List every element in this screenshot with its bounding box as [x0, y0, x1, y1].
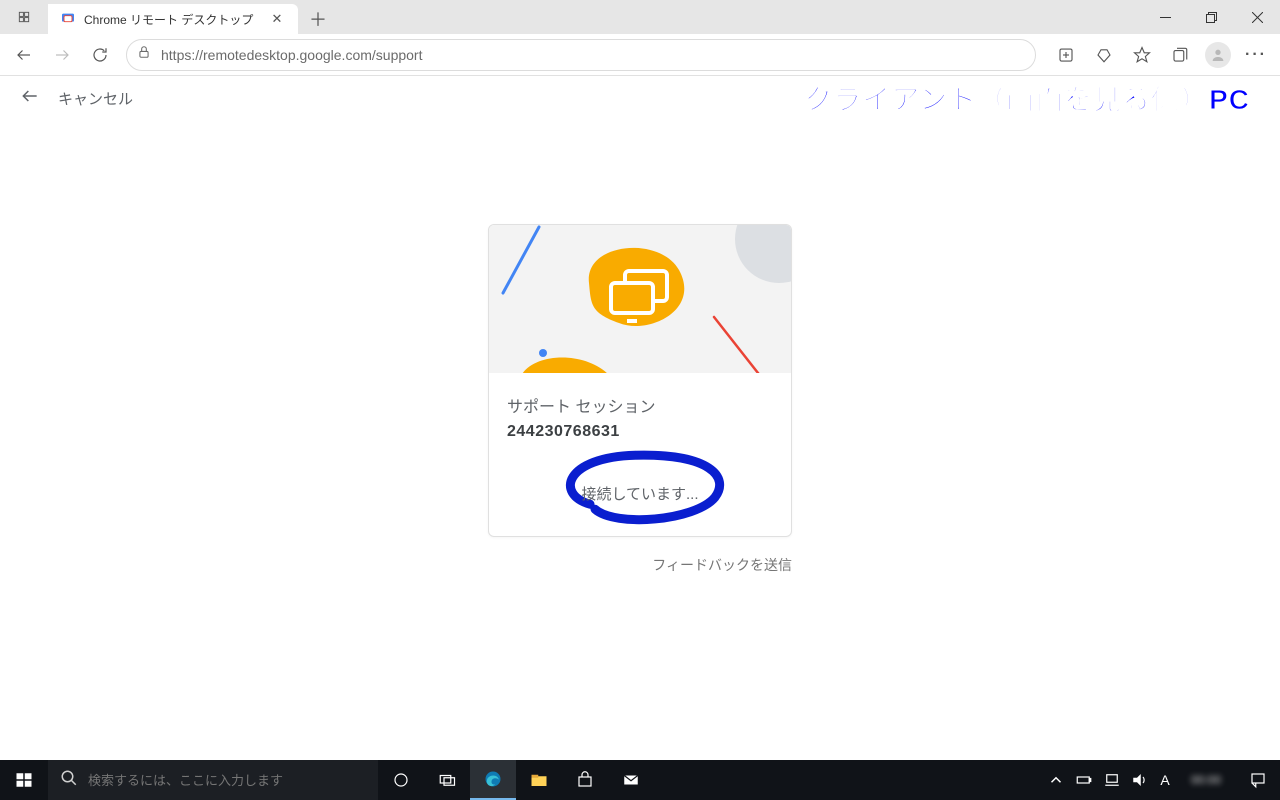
- taskbar-app-explorer[interactable]: [516, 760, 562, 800]
- task-view-icon[interactable]: [424, 760, 470, 800]
- tray-action-center-icon[interactable]: [1236, 760, 1280, 800]
- send-feedback-link[interactable]: フィードバックを送信: [488, 555, 792, 575]
- window-close-button[interactable]: [1234, 0, 1280, 34]
- search-icon: [60, 769, 78, 792]
- profile-avatar[interactable]: [1200, 39, 1236, 71]
- taskbar-app-store[interactable]: [562, 760, 608, 800]
- browser-more-button[interactable]: ···: [1238, 39, 1274, 71]
- address-url: https://remotedesktop.google.com/support: [161, 47, 422, 63]
- session-code: 244230768631: [507, 423, 773, 441]
- window-minimize-button[interactable]: [1142, 0, 1188, 34]
- browser-toolbar: https://remotedesktop.google.com/support…: [0, 34, 1280, 76]
- taskbar-search-input[interactable]: [88, 773, 366, 788]
- nav-forward-button[interactable]: [44, 39, 80, 71]
- screenshot-annotation-label: クライアント（画面を見る側）PC: [804, 78, 1250, 118]
- cancel-button[interactable]: キャンセル: [58, 88, 133, 109]
- taskbar-app-mail[interactable]: [608, 760, 654, 800]
- tray-clock[interactable]: 00:00: [1176, 760, 1236, 800]
- app-menu-icon[interactable]: [0, 0, 48, 34]
- window-titlebar: Chrome リモート デスクトップ ✕ ＋: [0, 0, 1280, 34]
- window-maximize-button[interactable]: [1188, 0, 1234, 34]
- tray-ime-indicator[interactable]: A: [1154, 760, 1176, 800]
- taskbar-app-edge[interactable]: [470, 760, 516, 800]
- lock-icon: [137, 45, 151, 64]
- support-session-card: サポート セッション 244230768631 接続しています...: [488, 224, 792, 537]
- tab-title: Chrome リモート デスクトップ: [84, 11, 260, 28]
- system-tray: A 00:00: [1042, 760, 1280, 800]
- new-tab-button[interactable]: ＋: [302, 4, 334, 34]
- collections-icon[interactable]: [1162, 39, 1198, 71]
- connecting-status-text: 接続しています...: [581, 486, 698, 503]
- favorites-icon[interactable]: [1124, 39, 1160, 71]
- remote-desktop-favicon: [60, 11, 76, 27]
- tray-battery-icon[interactable]: [1070, 760, 1098, 800]
- taskbar-search[interactable]: [48, 760, 378, 800]
- app-back-arrow-icon[interactable]: [20, 86, 40, 111]
- address-bar[interactable]: https://remotedesktop.google.com/support: [126, 39, 1036, 71]
- session-label: サポート セッション: [507, 393, 773, 417]
- nav-refresh-button[interactable]: [82, 39, 118, 71]
- extensions-icon[interactable]: [1048, 39, 1084, 71]
- card-illustration: [489, 225, 791, 373]
- tray-network-icon[interactable]: [1098, 760, 1126, 800]
- nav-back-button[interactable]: [6, 39, 42, 71]
- windows-taskbar: A 00:00: [0, 760, 1280, 800]
- shopping-icon[interactable]: [1086, 39, 1122, 71]
- tray-volume-icon[interactable]: [1126, 760, 1154, 800]
- tray-chevron-up-icon[interactable]: [1042, 760, 1070, 800]
- browser-tab-active[interactable]: Chrome リモート デスクトップ ✕: [48, 4, 298, 34]
- cortana-icon[interactable]: [378, 760, 424, 800]
- start-button[interactable]: [0, 760, 48, 800]
- tab-close-button[interactable]: ✕: [268, 10, 286, 28]
